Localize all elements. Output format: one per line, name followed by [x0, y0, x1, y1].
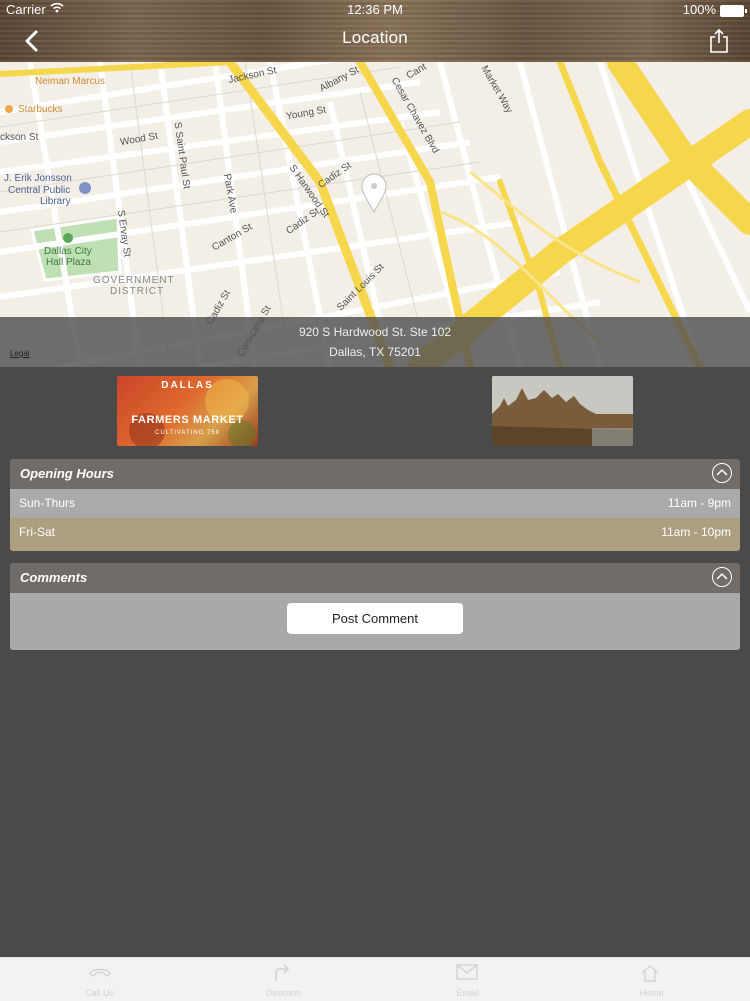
map-label: Hall Plaza: [46, 257, 92, 268]
farmers-market-image[interactable]: DALLAS FARMERS MARKET CULTIVATING 75¢: [117, 376, 258, 446]
map-label: GOVERNMENT: [93, 275, 175, 286]
tab-home[interactable]: Home: [558, 958, 745, 1001]
temple-image[interactable]: [492, 376, 633, 446]
hours-time: 11am - 9pm: [667, 496, 731, 510]
page-title: Location: [342, 28, 408, 47]
divider: [10, 547, 740, 551]
map-label: J. Erik Jonsson: [4, 173, 72, 184]
address-overlay: 920 S Hardwood St. Ste 102 Dallas, TX 75…: [0, 317, 750, 367]
tab-call-us[interactable]: Call Us: [6, 958, 193, 1001]
status-bar: Carrier 12:36 PM 100%: [0, 0, 750, 20]
hours-row: Sun-Thurs 11am - 9pm: [10, 489, 740, 518]
map-label: Central Public: [8, 185, 71, 196]
battery-percent: 100%: [682, 2, 716, 17]
tab-email[interactable]: Email: [374, 958, 561, 1001]
tab-label: Direction: [265, 988, 302, 998]
post-comment-button[interactable]: Post Comment: [287, 603, 463, 634]
battery-icon: [720, 5, 747, 17]
map-label: ckson St: [0, 132, 39, 143]
hours-row: Fri-Sat 11am - 10pm: [10, 518, 740, 547]
location-map[interactable]: Neiman Marcus Starbucks ckson St Jackson…: [0, 62, 750, 367]
phone-icon: [89, 968, 111, 977]
share-button[interactable]: [708, 28, 730, 54]
home-icon: [641, 965, 659, 982]
comments-header[interactable]: Comments: [10, 563, 740, 593]
hours-days: Fri-Sat: [19, 525, 55, 539]
chevron-up-icon[interactable]: [712, 463, 732, 483]
clock: 12:36 PM: [347, 2, 403, 17]
direction-icon: [275, 964, 290, 981]
tab-bar: Call Us Direction Email Home: [0, 957, 750, 1001]
tab-direction[interactable]: Direction: [190, 958, 377, 1001]
address-line-2: Dallas, TX 75201: [329, 345, 421, 359]
map-label: Dallas City: [44, 246, 92, 257]
legal-link[interactable]: Legal: [10, 349, 30, 358]
map-label: Neiman Marcus: [35, 76, 106, 87]
comments-body: Post Comment: [10, 593, 740, 650]
map-label: DISTRICT: [110, 286, 165, 297]
opening-hours-header[interactable]: Opening Hours: [10, 459, 740, 489]
farmers-market-sub-text: CULTIVATING 75¢: [154, 430, 220, 436]
tab-label: Home: [639, 988, 664, 998]
chevron-up-icon[interactable]: [712, 567, 732, 587]
farmers-market-top-text: DALLAS: [161, 380, 214, 391]
farmers-market-main-text: FARMERS MARKET: [131, 414, 244, 426]
share-icon: [710, 28, 728, 53]
opening-hours-panel: Opening Hours Sun-Thurs 11am - 9pm Fri-S…: [10, 459, 740, 551]
comments-title: Comments: [20, 570, 88, 585]
email-icon: [456, 964, 478, 980]
map-label: Library: [40, 196, 71, 207]
comments-panel: Comments Post Comment: [10, 563, 740, 650]
map-label: Starbucks: [18, 104, 63, 115]
tab-label: Call Us: [84, 988, 114, 998]
tab-label: Email: [456, 988, 479, 998]
navigation-bar: Carrier 12:36 PM 100% Location: [0, 0, 750, 62]
hours-time: 11am - 10pm: [661, 525, 731, 539]
address-line-1: 920 S Hardwood St. Ste 102: [298, 325, 452, 339]
opening-hours-title: Opening Hours: [20, 466, 114, 481]
hours-days: Sun-Thurs: [19, 496, 76, 510]
